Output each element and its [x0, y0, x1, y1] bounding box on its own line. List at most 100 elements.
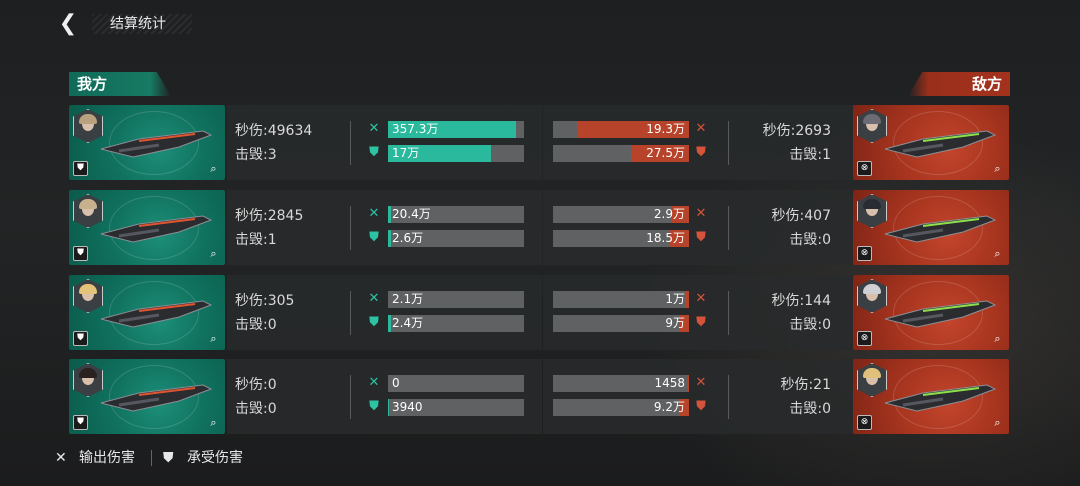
enemy-output-value: 1万 — [665, 292, 685, 306]
divider — [728, 206, 729, 250]
ally-taken-value: 3940 — [392, 400, 423, 414]
enemy-stats-panel: 1458 ✕ 9.2万 ⛊ 秒伤:21 击毁:0 — [543, 359, 858, 434]
ally-stats-panel: 秒伤:49634 击毁:3 ✕ 357.3万 ⛊ 17万 — [227, 105, 542, 180]
enemy-ship-card[interactable]: ⊗ ⌕ — [853, 359, 1009, 434]
divider — [728, 291, 729, 335]
crossed-swords-icon: ✕ — [695, 121, 707, 136]
divider — [350, 291, 351, 335]
avatar-hair — [79, 114, 97, 124]
divider — [728, 375, 729, 419]
detail-search-icon[interactable]: ⌕ — [990, 162, 1005, 176]
enemy-kills: 击毁:0 — [789, 317, 831, 333]
ship-class-icon: ⛊ — [73, 161, 88, 176]
shield-icon: ⛊ — [696, 230, 706, 245]
result-row: ⛊ ⌕ 秒伤:305 击毁:0 ✕ 2.1万 ⛊ 2.4万 1万 ✕ 9万 ⛊ … — [69, 275, 1009, 350]
enemy-ship-card[interactable]: ⊗ ⌕ — [853, 105, 1009, 180]
divider — [728, 121, 729, 165]
ally-taken-fill — [388, 399, 390, 416]
ally-dps: 秒伤:2845 — [235, 208, 304, 224]
crossed-swords-icon: ✕ — [368, 375, 380, 390]
enemy-stats-panel: 2.9万 ✕ 18.5万 ⛊ 秒伤:407 击毁:0 — [543, 190, 858, 265]
avatar-hair — [863, 114, 881, 124]
ally-stats-panel: 秒伤:305 击毁:0 ✕ 2.1万 ⛊ 2.4万 — [227, 275, 542, 350]
ally-output-value: 357.3万 — [392, 122, 439, 136]
enemy-ship-card[interactable]: ⊗ ⌕ — [853, 275, 1009, 350]
detail-search-icon[interactable]: ⌕ — [206, 247, 221, 261]
enemy-output-fill — [687, 375, 689, 392]
ally-taken-bar: 3940 — [388, 399, 524, 416]
enemy-taken-bar: 9.2万 — [553, 399, 689, 416]
back-arrow-icon[interactable]: ❮ — [56, 12, 80, 36]
avatar-hair — [863, 368, 881, 378]
ally-output-bar: 0 — [388, 375, 524, 392]
ally-taken-fill — [388, 230, 391, 247]
legend-divider — [151, 450, 152, 466]
shield-icon: ⛊ — [163, 450, 174, 466]
enemy-output-value: 19.3万 — [646, 122, 685, 136]
ally-taken-value: 2.6万 — [392, 231, 424, 245]
ally-kills: 击毁:0 — [235, 401, 277, 417]
crossed-swords-icon: ✕ — [55, 450, 67, 466]
enemy-taken-bar: 9万 — [553, 315, 689, 332]
ally-ship-card[interactable]: ⛊ ⌕ — [69, 190, 225, 265]
enemy-taken-value: 9.2万 — [653, 400, 685, 414]
result-row: ⛊ ⌕ 秒伤:2845 击毁:1 ✕ 20.4万 ⛊ 2.6万 2.9万 ✕ 1… — [69, 190, 1009, 265]
detail-search-icon[interactable]: ⌕ — [206, 162, 221, 176]
ship-image — [99, 293, 214, 333]
ally-dps: 秒伤:49634 — [235, 123, 313, 139]
page-title: 结算统计 — [92, 14, 192, 34]
enemy-output-bar: 1万 — [553, 291, 689, 308]
detail-search-icon[interactable]: ⌕ — [990, 247, 1005, 261]
ship-class-icon: ⊗ — [857, 246, 872, 261]
ship-class-icon: ⛊ — [73, 331, 88, 346]
enemy-output-value: 2.9万 — [653, 207, 685, 221]
avatar-hair — [79, 199, 97, 209]
ally-dps: 秒伤:0 — [235, 377, 277, 393]
ship-image — [883, 123, 998, 163]
avatar-hair — [79, 368, 97, 378]
ally-output-bar: 357.3万 — [388, 121, 524, 138]
ship-class-icon: ⛊ — [73, 246, 88, 261]
enemy-output-value: 1458 — [654, 376, 685, 390]
ally-output-value: 20.4万 — [392, 207, 431, 221]
ally-taken-value: 17万 — [392, 146, 420, 160]
enemy-taken-bar: 27.5万 — [553, 145, 689, 162]
crossed-swords-icon: ✕ — [695, 375, 707, 390]
ship-image — [99, 208, 214, 248]
shield-icon: ⛊ — [696, 315, 706, 330]
ship-class-icon: ⊗ — [857, 331, 872, 346]
ally-team-label: 我方 — [69, 72, 171, 96]
detail-search-icon[interactable]: ⌕ — [990, 416, 1005, 430]
shield-icon: ⛊ — [369, 145, 379, 160]
ship-class-icon: ⊗ — [857, 161, 872, 176]
ship-class-icon: ⛊ — [73, 415, 88, 430]
divider — [350, 206, 351, 250]
enemy-taken-bar: 18.5万 — [553, 230, 689, 247]
enemy-taken-value: 9万 — [665, 316, 685, 330]
legend-taken-label: 承受伤害 — [187, 450, 243, 466]
ally-ship-card[interactable]: ⛊ ⌕ — [69, 359, 225, 434]
ally-stats-panel: 秒伤:2845 击毁:1 ✕ 20.4万 ⛊ 2.6万 — [227, 190, 542, 265]
enemy-output-fill — [684, 291, 689, 308]
shield-icon: ⛊ — [369, 399, 379, 414]
ally-taken-bar: 17万 — [388, 145, 524, 162]
enemy-output-bar: 2.9万 — [553, 206, 689, 223]
detail-search-icon[interactable]: ⌕ — [990, 332, 1005, 346]
result-row: ⛊ ⌕ 秒伤:49634 击毁:3 ✕ 357.3万 ⛊ 17万 19.3万 ✕ — [69, 105, 1009, 180]
ally-output-bar: 20.4万 — [388, 206, 524, 223]
ally-taken-value: 2.4万 — [392, 316, 424, 330]
crossed-swords-icon: ✕ — [695, 206, 707, 221]
ship-image — [883, 208, 998, 248]
ally-ship-card[interactable]: ⛊ ⌕ — [69, 105, 225, 180]
ally-kills: 击毁:0 — [235, 317, 277, 333]
ally-ship-card[interactable]: ⛊ ⌕ — [69, 275, 225, 350]
enemy-ship-card[interactable]: ⊗ ⌕ — [853, 190, 1009, 265]
ship-class-icon: ⊗ — [857, 415, 872, 430]
ship-image — [883, 293, 998, 333]
detail-search-icon[interactable]: ⌕ — [206, 416, 221, 430]
enemy-dps: 秒伤:21 — [780, 377, 831, 393]
ally-output-fill — [388, 206, 391, 223]
top-bar: ❮ 结算统计 — [0, 0, 260, 46]
ally-dps: 秒伤:305 — [235, 293, 295, 309]
detail-search-icon[interactable]: ⌕ — [206, 332, 221, 346]
